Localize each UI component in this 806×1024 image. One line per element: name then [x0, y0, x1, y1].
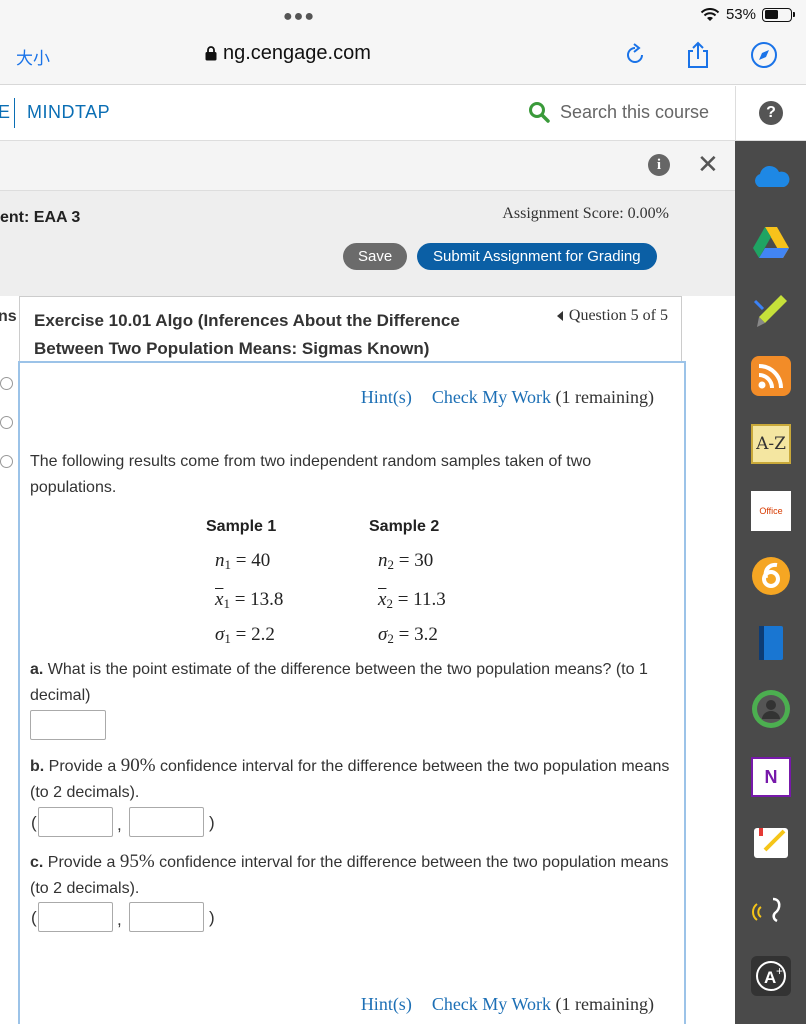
question-radio-3[interactable]	[0, 377, 13, 390]
close-paren-c: )	[209, 908, 215, 927]
xbar2-value: x2 = 11.3	[378, 589, 446, 611]
grade-icon[interactable]: A +	[751, 956, 791, 996]
remaining-count-bottom: (1 remaining)	[555, 994, 654, 1014]
assignment-header: ent: EAA 3 Assignment Score: 0.00% Save …	[0, 191, 735, 296]
ci95-upper-input[interactable]	[129, 902, 204, 932]
rss-icon[interactable]	[751, 356, 791, 396]
comma-c: ,	[117, 910, 122, 929]
question-nav-column: ns	[0, 296, 20, 1024]
ci90-lower-input[interactable]	[38, 807, 113, 837]
course-search[interactable]: Search this course	[528, 101, 709, 123]
google-drive-icon[interactable]	[751, 223, 791, 263]
status-indicators: 53%	[700, 6, 795, 23]
brand-logo[interactable]: MINDTAP	[27, 102, 110, 123]
assignment-title: ent: EAA 3	[0, 209, 81, 226]
point-estimate-input[interactable]	[30, 710, 106, 740]
highlighter-icon[interactable]	[751, 291, 791, 331]
sigma2-value: σ2 = 3.2	[378, 624, 438, 646]
reload-icon[interactable]	[620, 40, 650, 70]
save-button[interactable]: Save	[343, 243, 408, 270]
comma-b: ,	[117, 815, 122, 834]
question-radio-5[interactable]	[0, 455, 13, 468]
part-c-prompt: c. Provide a 95% confidence interval for…	[30, 851, 669, 897]
compass-icon[interactable]	[749, 40, 779, 70]
onedrive-icon[interactable]	[751, 157, 791, 197]
questions-label-fragment: ns	[0, 308, 17, 325]
mindtap-header: E MINDTAP Search this course	[0, 86, 735, 141]
brand-divider	[14, 98, 15, 128]
browser-address-bar: 大小 ng.cengage.com	[0, 30, 806, 85]
app-dock-rail: A-Z Office N A +	[735, 141, 806, 1024]
search-input[interactable]: Search this course	[560, 102, 709, 123]
notes-icon[interactable]	[751, 824, 791, 864]
a-z-icon[interactable]: A-Z	[751, 424, 791, 464]
sample-1-heading: Sample 1	[206, 518, 277, 535]
lock-icon	[205, 46, 217, 61]
hint-link[interactable]: Hint(s)	[361, 387, 412, 408]
check-my-work-link[interactable]: Check My Work	[432, 387, 551, 407]
close-paren-b: )	[209, 813, 215, 832]
sigma1-value: σ1 = 2.2	[215, 624, 275, 646]
xbar1-value: x1 = 13.8	[215, 589, 284, 611]
n2-value: n2 = 30	[378, 550, 434, 572]
question-nav[interactable]: Question 5 of 5	[556, 307, 668, 325]
assignment-score: Assignment Score: 0.00%	[502, 205, 669, 222]
onenote-icon[interactable]: N	[751, 757, 791, 797]
remaining-count: (1 remaining)	[555, 387, 654, 407]
search-icon	[529, 102, 550, 123]
part-a-prompt: a. What is the point estimate of the dif…	[30, 661, 648, 704]
svg-text:+: +	[776, 964, 783, 978]
ci90-upper-input[interactable]	[129, 807, 204, 837]
question-radio-4[interactable]	[0, 416, 13, 429]
battery-icon	[762, 7, 795, 22]
question-body: Hint(s) Check My Work (1 remaining) The …	[18, 361, 686, 1024]
check-my-work-link-bottom[interactable]: Check My Work	[432, 994, 551, 1014]
svg-text:A: A	[764, 968, 776, 987]
battery-percent: 53%	[725, 6, 756, 23]
part-b-prompt: b. Provide a 90% confidence interval for…	[30, 755, 670, 801]
question-counter: Question 5 of 5	[568, 307, 668, 324]
ci95-lower-input[interactable]	[38, 902, 113, 932]
sample-2-heading: Sample 2	[369, 518, 440, 535]
url-text: ng.cengage.com	[223, 42, 371, 64]
open-paren-b: (	[31, 813, 37, 832]
office-icon[interactable]: Office	[751, 491, 791, 531]
question-title: Exercise 10.01 Algo (Inferences About th…	[34, 311, 460, 358]
avatar-icon[interactable]	[751, 689, 791, 729]
question-header: Exercise 10.01 Algo (Inferences About th…	[20, 296, 682, 361]
url-field[interactable]: ng.cengage.com	[205, 42, 371, 65]
info-icon[interactable]: i	[648, 154, 670, 176]
open-paren-c: (	[31, 908, 37, 927]
submit-assignment-button[interactable]: Submit Assignment for Grading	[417, 243, 657, 270]
close-icon[interactable]: ✕	[697, 149, 719, 180]
help-icon[interactable]: ?	[759, 101, 783, 125]
font-size-button[interactable]: 大小	[16, 44, 50, 69]
n1-value: n1 = 40	[215, 550, 271, 572]
question-intro: The following results come from two inde…	[30, 453, 592, 496]
multitask-dots-icon[interactable]: ●●●	[283, 8, 315, 26]
book-icon[interactable]	[751, 623, 791, 663]
hint-link-bottom[interactable]: Hint(s)	[361, 994, 412, 1015]
brand-fragment: E	[0, 102, 11, 122]
hint-bar-bottom: Hint(s) Check My Work (1 remaining)	[361, 994, 654, 1015]
ios-status-bar: ●●● 53%	[0, 0, 806, 30]
audio-icon[interactable]	[751, 891, 791, 931]
hint-bar-top: Hint(s) Check My Work (1 remaining)	[361, 387, 654, 408]
wifi-icon	[700, 7, 720, 21]
help-cell: ?	[735, 86, 806, 141]
activity-toolbar: i ✕	[0, 141, 735, 191]
share-icon[interactable]	[683, 40, 713, 70]
chegg-icon[interactable]	[751, 556, 791, 596]
previous-question-icon[interactable]	[556, 311, 563, 321]
